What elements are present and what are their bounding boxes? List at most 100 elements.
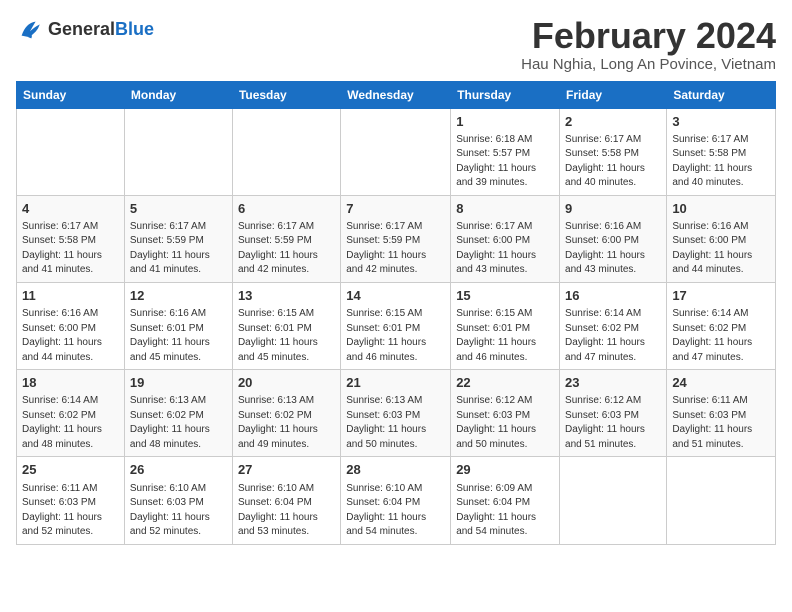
calendar-cell: 1 Sunrise: 6:18 AM Sunset: 5:57 PM Daylig… xyxy=(451,108,560,195)
day-info: Sunrise: 6:17 AM Sunset: 5:59 PM Dayligh… xyxy=(346,220,445,278)
day-info: Sunrise: 6:10 AM Sunset: 6:04 PM Dayligh… xyxy=(346,482,445,540)
week-row-3: 11 Sunrise: 6:16 AM Sunset: 6:00 PM Dayli… xyxy=(17,282,776,369)
calendar-cell: 2 Sunrise: 6:17 AM Sunset: 5:58 PM Daylig… xyxy=(560,108,667,195)
logo-bird-icon xyxy=(16,16,44,44)
calendar-cell: 3 Sunrise: 6:17 AM Sunset: 5:58 PM Daylig… xyxy=(667,108,776,195)
day-info: Sunrise: 6:12 AM Sunset: 6:03 PM Dayligh… xyxy=(565,394,661,452)
day-info: Sunrise: 6:14 AM Sunset: 6:02 PM Dayligh… xyxy=(22,394,119,452)
day-info: Sunrise: 6:17 AM Sunset: 5:58 PM Dayligh… xyxy=(22,220,119,278)
day-info: Sunrise: 6:13 AM Sunset: 6:03 PM Dayligh… xyxy=(346,394,445,452)
day-info: Sunrise: 6:17 AM Sunset: 5:59 PM Dayligh… xyxy=(130,220,227,278)
calendar-cell: 26Sunrise: 6:10 AM Sunset: 6:03 PM Dayli… xyxy=(124,457,232,544)
calendar-cell xyxy=(124,108,232,195)
day-number: 14 xyxy=(346,287,445,305)
day-info: Sunrise: 6:17 AM Sunset: 5:59 PM Dayligh… xyxy=(238,220,335,278)
logo-general-text: General xyxy=(48,19,115,39)
weekday-header-tuesday: Tuesday xyxy=(232,81,340,108)
day-info: Sunrise: 6:09 AM Sunset: 6:04 PM Dayligh… xyxy=(456,482,554,540)
day-info: Sunrise: 6:11 AM Sunset: 6:03 PM Dayligh… xyxy=(22,482,119,540)
weekday-header-sunday: Sunday xyxy=(17,81,125,108)
calendar-cell: 29 Sunrise: 6:09 AM Sunset: 6:04 PM Dayli… xyxy=(451,457,560,544)
day-info: Sunrise: 6:10 AM Sunset: 6:03 PM Dayligh… xyxy=(130,482,227,540)
day-info: Sunrise: 6:12 AM Sunset: 6:03 PM Dayligh… xyxy=(456,394,554,452)
day-number: 2 xyxy=(565,113,661,131)
day-info: Sunrise: 6:17 AM Sunset: 5:58 PM Dayligh… xyxy=(565,133,661,191)
day-number: 18 xyxy=(22,374,119,392)
day-number: 6 xyxy=(238,200,335,218)
calendar-cell xyxy=(667,457,776,544)
calendar-cell xyxy=(560,457,667,544)
day-info: Sunrise: 6:11 AM Sunset: 6:03 PM Dayligh… xyxy=(672,394,770,452)
calendar-cell xyxy=(341,108,451,195)
day-info: Sunrise: 6:17 AM Sunset: 5:58 PM Dayligh… xyxy=(672,133,770,191)
day-number: 19 xyxy=(130,374,227,392)
week-row-5: 25 Sunrise: 6:11 AM Sunset: 6:03 PM Dayli… xyxy=(17,457,776,544)
day-number: 10 xyxy=(672,200,770,218)
weekday-header-row: SundayMondayTuesdayWednesdayThursdayFrid… xyxy=(17,81,776,108)
week-row-2: 4 Sunrise: 6:17 AM Sunset: 5:58 PM Daylig… xyxy=(17,195,776,282)
day-info: Sunrise: 6:16 AM Sunset: 6:00 PM Dayligh… xyxy=(565,220,661,278)
calendar-cell: 23 Sunrise: 6:12 AM Sunset: 6:03 PM Dayli… xyxy=(560,370,667,457)
logo-blue-text: Blue xyxy=(115,19,154,39)
day-number: 28 xyxy=(346,461,445,479)
day-number: 9 xyxy=(565,200,661,218)
day-number: 1 xyxy=(456,113,554,131)
day-number: 4 xyxy=(22,200,119,218)
day-number: 15 xyxy=(456,287,554,305)
calendar-cell: 11 Sunrise: 6:16 AM Sunset: 6:00 PM Dayli… xyxy=(17,282,125,369)
calendar-cell xyxy=(17,108,125,195)
day-number: 23 xyxy=(565,374,661,392)
calendar-subtitle: Hau Nghia, Long An Povince, Vietnam xyxy=(521,56,776,73)
calendar-cell: 12Sunrise: 6:16 AM Sunset: 6:01 PM Dayli… xyxy=(124,282,232,369)
day-number: 7 xyxy=(346,200,445,218)
calendar-cell: 22 Sunrise: 6:12 AM Sunset: 6:03 PM Dayli… xyxy=(451,370,560,457)
calendar-cell: 4 Sunrise: 6:17 AM Sunset: 5:58 PM Daylig… xyxy=(17,195,125,282)
day-number: 25 xyxy=(22,461,119,479)
calendar-cell: 7 Sunrise: 6:17 AM Sunset: 5:59 PM Daylig… xyxy=(341,195,451,282)
day-info: Sunrise: 6:13 AM Sunset: 6:02 PM Dayligh… xyxy=(238,394,335,452)
calendar-cell: 27 Sunrise: 6:10 AM Sunset: 6:04 PM Dayli… xyxy=(232,457,340,544)
calendar-cell: 5 Sunrise: 6:17 AM Sunset: 5:59 PM Daylig… xyxy=(124,195,232,282)
calendar-cell: 25 Sunrise: 6:11 AM Sunset: 6:03 PM Dayli… xyxy=(17,457,125,544)
calendar-cell: 8 Sunrise: 6:17 AM Sunset: 6:00 PM Daylig… xyxy=(451,195,560,282)
day-number: 3 xyxy=(672,113,770,131)
day-info: Sunrise: 6:14 AM Sunset: 6:02 PM Dayligh… xyxy=(565,307,661,365)
calendar-cell: 18 Sunrise: 6:14 AM Sunset: 6:02 PM Dayli… xyxy=(17,370,125,457)
day-number: 16 xyxy=(565,287,661,305)
day-number: 24 xyxy=(672,374,770,392)
day-number: 29 xyxy=(456,461,554,479)
day-number: 11 xyxy=(22,287,119,305)
day-number: 21 xyxy=(346,374,445,392)
calendar-cell: 10Sunrise: 6:16 AM Sunset: 6:00 PM Dayli… xyxy=(667,195,776,282)
day-info: Sunrise: 6:18 AM Sunset: 5:57 PM Dayligh… xyxy=(456,133,554,191)
title-block: February 2024 Hau Nghia, Long An Povince… xyxy=(521,16,776,73)
calendar-cell: 19 Sunrise: 6:13 AM Sunset: 6:02 PM Dayli… xyxy=(124,370,232,457)
day-info: Sunrise: 6:13 AM Sunset: 6:02 PM Dayligh… xyxy=(130,394,227,452)
weekday-header-monday: Monday xyxy=(124,81,232,108)
day-number: 5 xyxy=(130,200,227,218)
calendar-cell: 24 Sunrise: 6:11 AM Sunset: 6:03 PM Dayli… xyxy=(667,370,776,457)
day-info: Sunrise: 6:15 AM Sunset: 6:01 PM Dayligh… xyxy=(456,307,554,365)
day-number: 22 xyxy=(456,374,554,392)
day-info: Sunrise: 6:16 AM Sunset: 6:00 PM Dayligh… xyxy=(22,307,119,365)
calendar-cell: 6 Sunrise: 6:17 AM Sunset: 5:59 PM Daylig… xyxy=(232,195,340,282)
calendar-cell: 20Sunrise: 6:13 AM Sunset: 6:02 PM Dayli… xyxy=(232,370,340,457)
week-row-4: 18 Sunrise: 6:14 AM Sunset: 6:02 PM Dayli… xyxy=(17,370,776,457)
logo: GeneralBlue xyxy=(16,16,154,44)
calendar-cell: 21 Sunrise: 6:13 AM Sunset: 6:03 PM Dayli… xyxy=(341,370,451,457)
day-info: Sunrise: 6:14 AM Sunset: 6:02 PM Dayligh… xyxy=(672,307,770,365)
page-header: GeneralBlue February 2024 Hau Nghia, Lon… xyxy=(16,16,776,73)
weekday-header-friday: Friday xyxy=(560,81,667,108)
day-info: Sunrise: 6:16 AM Sunset: 6:01 PM Dayligh… xyxy=(130,307,227,365)
calendar-cell: 9 Sunrise: 6:16 AM Sunset: 6:00 PM Daylig… xyxy=(560,195,667,282)
day-info: Sunrise: 6:15 AM Sunset: 6:01 PM Dayligh… xyxy=(346,307,445,365)
day-number: 13 xyxy=(238,287,335,305)
day-info: Sunrise: 6:17 AM Sunset: 6:00 PM Dayligh… xyxy=(456,220,554,278)
day-info: Sunrise: 6:10 AM Sunset: 6:04 PM Dayligh… xyxy=(238,482,335,540)
day-number: 8 xyxy=(456,200,554,218)
calendar-table: SundayMondayTuesdayWednesdayThursdayFrid… xyxy=(16,81,776,545)
week-row-1: 1 Sunrise: 6:18 AM Sunset: 5:57 PM Daylig… xyxy=(17,108,776,195)
calendar-cell xyxy=(232,108,340,195)
weekday-header-thursday: Thursday xyxy=(451,81,560,108)
day-number: 27 xyxy=(238,461,335,479)
